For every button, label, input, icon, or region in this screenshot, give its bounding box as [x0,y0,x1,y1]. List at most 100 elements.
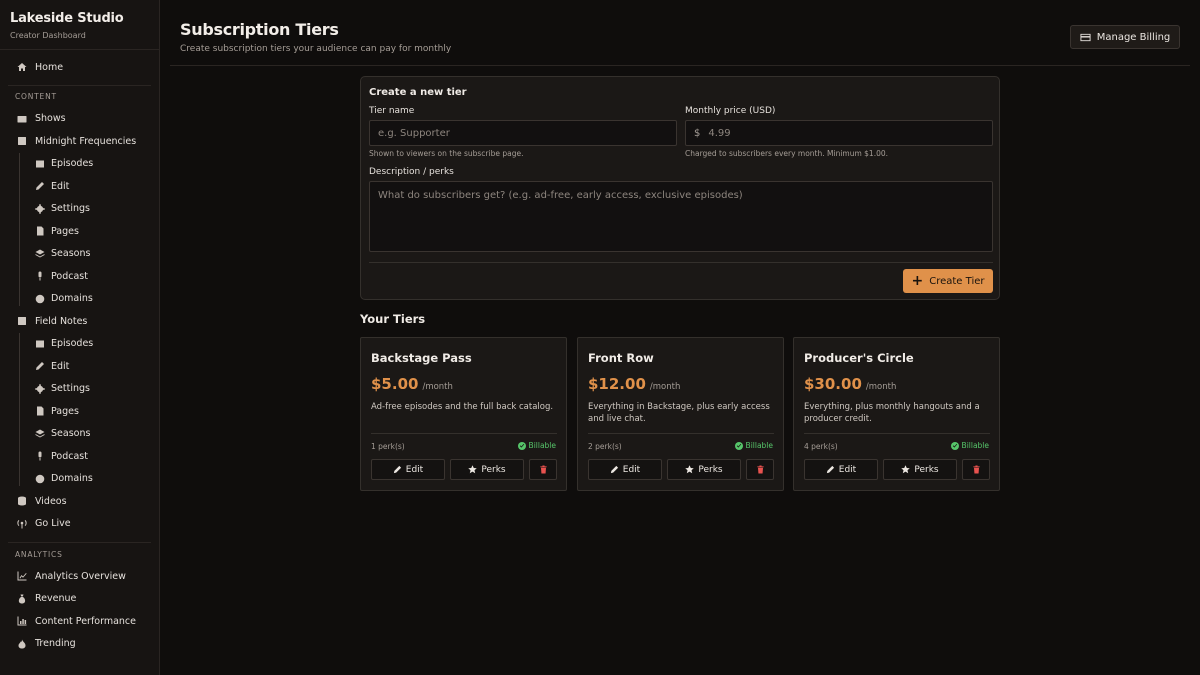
edit-tier-button[interactable]: Edit [588,459,662,480]
sidebar-item-analytics-overview[interactable]: Analytics Overview [0,565,159,588]
layers-icon [34,248,45,260]
sidebar-item-edit[interactable]: Edit [0,355,159,378]
price-input[interactable]: $ 4.99 [685,120,993,146]
sidebar-item-label: Home [35,61,64,73]
currency-symbol: $ [694,127,701,139]
status-badge: Billable [517,441,556,450]
sidebar-item-pages[interactable]: Pages [0,220,159,243]
clapperboard-icon [16,113,28,125]
plus-icon: + [911,273,924,289]
tier-name: Backstage Pass [371,351,472,365]
sidebar-item-label: Podcast [51,270,88,282]
bar-chart-icon [16,615,28,627]
description-textarea[interactable]: What do subscribers get? (e.g. ad-free, … [369,181,993,252]
delete-tier-button[interactable] [962,459,990,480]
brand-subtitle: Creator Dashboard [10,31,86,40]
section-label-content: CONTENT [15,92,57,101]
sidebar-item-shows[interactable]: Shows [0,108,159,131]
tier-perk-count: 1 perk(s) [371,442,405,451]
sidebar-item-settings[interactable]: Settings [0,378,159,401]
sidebar-item-go-live[interactable]: Go Live [0,513,159,536]
sidebar-item-episodes[interactable]: Episodes [0,333,159,356]
tier-name-hint: Shown to viewers on the subscribe page. [369,149,524,158]
sidebar-item-label: Episodes [51,338,94,350]
database-icon [16,495,28,507]
price-hint: Charged to subscribers every month. Mini… [685,149,889,158]
check-circle-icon [517,441,526,450]
sidebar-item-label: Content Performance [35,615,137,627]
tier-price-period: /month [649,382,681,392]
sidebar-item-label: Shows [35,113,66,125]
sidebar-item-settings[interactable]: Settings [0,198,159,221]
edit-tier-button[interactable]: Edit [804,459,878,480]
sidebar-item-label: Seasons [51,248,91,260]
tier-name-placeholder: e.g. Supporter [378,127,450,139]
trash-icon [539,465,547,474]
perks-label: Perks [481,464,506,475]
gear-icon [34,383,45,395]
home-icon [16,61,28,73]
sidebar-item-episodes[interactable]: Episodes [0,153,159,176]
check-circle-icon [950,441,959,450]
create-tier-button[interactable]: + Create Tier [903,269,993,293]
star-icon [468,465,478,474]
delete-tier-button[interactable] [746,459,774,480]
status-badge: Billable [734,441,773,450]
fire-icon [16,638,28,650]
sidebar: Lakeside Studio Creator Dashboard Home C… [0,0,160,675]
sidebar-item-home[interactable]: Home [0,56,159,79]
status-label: Billable [745,441,773,450]
sidebar-item-midnight-frequencies[interactable]: Midnight Frequencies [0,130,159,153]
sidebar-item-revenue[interactable]: Revenue [0,588,159,611]
sidebar-item-field-notes[interactable]: Field Notes [0,310,159,333]
manage-billing-button[interactable]: Manage Billing [1070,25,1180,49]
sidebar-item-podcast[interactable]: Podcast [0,445,159,468]
sidebar-item-domains[interactable]: Domains [0,288,159,311]
globe-icon [34,473,45,485]
sidebar-item-domains[interactable]: Domains [0,468,159,491]
sidebar-item-videos[interactable]: Videos [0,490,159,513]
sidebar-item-label: Pages [51,405,79,417]
layers-icon [34,428,45,440]
edit-label: Edit [405,464,424,475]
tier-name-label: Tier name [369,106,415,116]
tier-perk-count: 4 perk(s) [804,442,838,451]
perks-label: Perks [914,464,939,475]
pencil-icon [826,465,834,474]
page-header: Subscription Tiers Create subscription t… [170,0,1190,66]
sidebar-item-label: Seasons [51,428,91,440]
edit-tier-button[interactable]: Edit [371,459,445,480]
tier-price-amount: $5.00 [371,375,419,393]
film-icon [34,338,45,350]
sidebar-item-seasons[interactable]: Seasons [0,423,159,446]
status-label: Billable [528,441,556,450]
tier-name-input[interactable]: e.g. Supporter [369,120,677,146]
page-subtitle: Create subscription tiers your audience … [180,44,452,54]
sidebar-item-label: Trending [35,638,76,650]
form-title: Create a new tier [369,87,467,98]
section-label-analytics: ANALYTICS [15,549,63,559]
price-placeholder: 4.99 [708,127,731,139]
sidebar-item-podcast[interactable]: Podcast [0,265,159,288]
description-placeholder: What do subscribers get? (e.g. ad-free, … [378,190,743,201]
sidebar-item-label: Settings [51,203,90,215]
sidebar-item-edit[interactable]: Edit [0,175,159,198]
sidebar-item-seasons[interactable]: Seasons [0,243,159,266]
gear-icon [34,203,45,215]
sidebar-item-trending[interactable]: Trending [0,633,159,656]
status-label: Billable [961,441,989,450]
tier-description: Ad-free episodes and the full back catal… [371,402,554,412]
microphone-icon [34,450,45,462]
perks-button[interactable]: Perks [450,459,524,480]
sidebar-item-content-performance[interactable]: Content Performance [0,610,159,633]
tier-card: Producer's Circle $30.00/month Everythin… [793,337,1000,491]
show-subnav-midnight-frequencies: Episodes Edit Settings Pages Seasons Pod… [0,152,159,311]
tier-name: Producer's Circle [804,351,914,365]
sidebar-item-pages[interactable]: Pages [0,400,159,423]
edit-label: Edit [838,464,857,475]
sidebar-item-label: Field Notes [35,315,88,327]
delete-tier-button[interactable] [529,459,557,480]
sidebar-item-label: Go Live [35,518,71,530]
perks-button[interactable]: Perks [883,459,957,480]
perks-button[interactable]: Perks [667,459,741,480]
